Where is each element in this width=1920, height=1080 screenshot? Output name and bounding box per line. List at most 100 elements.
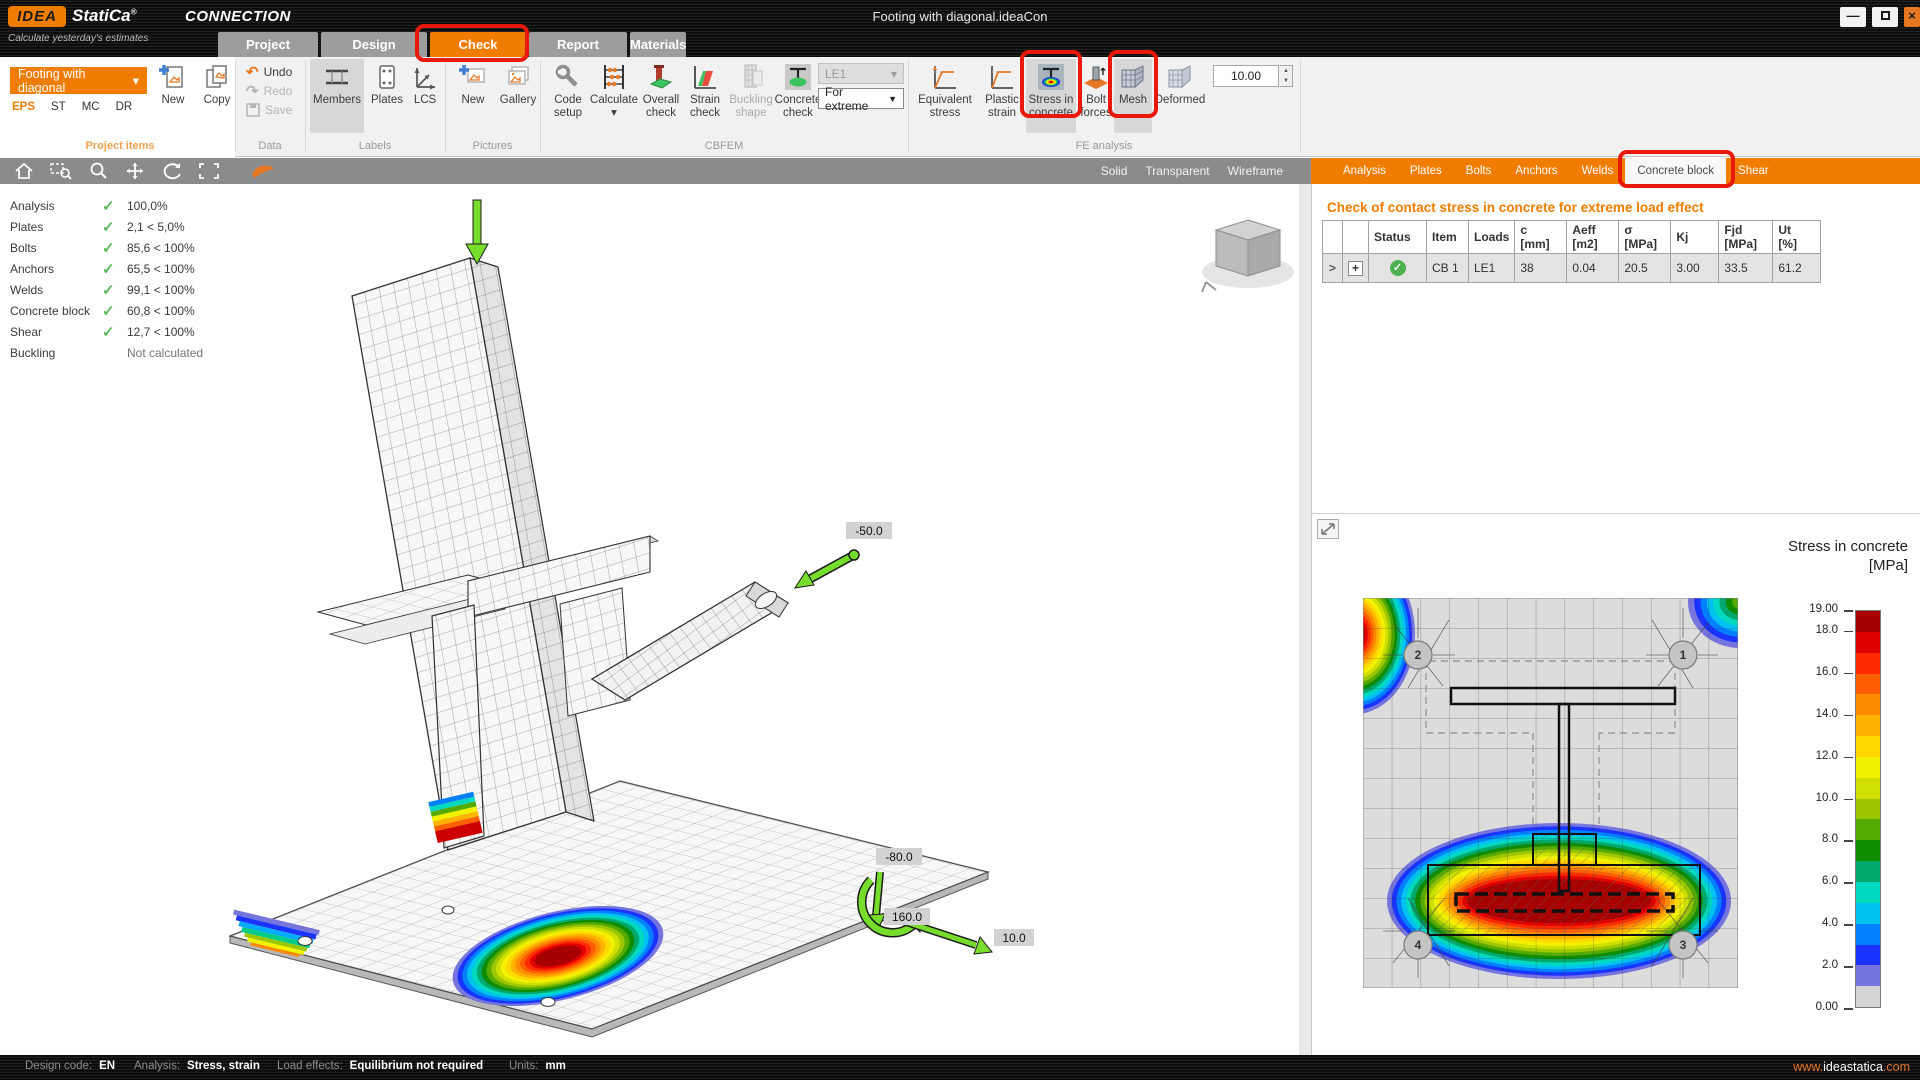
statica-logo-text: StatiCa® xyxy=(72,6,136,26)
rotate-icon[interactable] xyxy=(159,161,185,181)
table-header-cell: Loads xyxy=(1469,221,1515,254)
strain-check-button[interactable]: Strain check xyxy=(684,59,726,119)
deformed-scale-input[interactable]: 10.00 xyxy=(1213,65,1279,87)
group-label-fe-analysis: FE analysis xyxy=(908,140,1300,152)
ribbon-tab[interactable]: Check xyxy=(430,32,526,57)
mode-mc[interactable]: MC xyxy=(82,101,100,113)
mode-eps[interactable]: EPS xyxy=(12,101,35,113)
stress-in-concrete-icon xyxy=(1037,63,1065,91)
legend-tick-label: 0.00 xyxy=(1778,1001,1838,1013)
result-tab[interactable]: Bolts xyxy=(1454,158,1504,184)
result-tab[interactable]: Plates xyxy=(1398,158,1454,184)
result-tab[interactable]: Concrete block xyxy=(1625,158,1726,184)
result-tab[interactable]: Shear xyxy=(1726,158,1781,184)
website-link[interactable]: www.ideastatica.com xyxy=(1793,1060,1910,1074)
legend-tick-label: 10.0 xyxy=(1778,792,1838,804)
close-button[interactable]: × xyxy=(1904,7,1920,27)
gallery-icon xyxy=(504,63,532,91)
expand-plot-button[interactable] xyxy=(1317,519,1339,539)
ribbon-tab-bar: Project Design Check Report Materials xyxy=(218,32,686,57)
zoom-extents-icon[interactable] xyxy=(196,161,222,181)
calculate-button[interactable]: Calculate▾ xyxy=(590,59,638,119)
anchor-number: 3 xyxy=(1680,938,1687,952)
scale-stepper[interactable]: ▲▼ xyxy=(1280,65,1293,87)
bolt-forces-icon xyxy=(1082,63,1110,91)
concrete-check-button[interactable]: Concrete check xyxy=(776,59,820,119)
view-cube[interactable] xyxy=(1202,220,1294,292)
ribbon-tab[interactable]: Design xyxy=(321,32,427,57)
render-mode-wireframe[interactable]: Wireframe xyxy=(1228,164,1283,178)
ribbon-tab[interactable]: Project xyxy=(218,32,318,57)
result-tab[interactable]: Welds xyxy=(1570,158,1626,184)
table-header-cell: Item xyxy=(1427,221,1469,254)
table-row[interactable]: > + ✓ CB 1 LE1 38 0.04 20.5 3.00 33.5 61… xyxy=(1323,254,1821,283)
mode-dr[interactable]: DR xyxy=(116,101,133,113)
group-label-project-items: Project items xyxy=(20,140,220,152)
status-analysis: Analysis:Stress, strain xyxy=(134,1060,260,1072)
anchor-number: 2 xyxy=(1415,648,1422,662)
deformed-icon xyxy=(1166,63,1194,91)
legend-tick-label: 4.0 xyxy=(1778,917,1838,929)
plus-icon[interactable]: + xyxy=(1348,261,1363,276)
bolt-forces-button[interactable]: Bolt forces xyxy=(1078,59,1114,119)
equivalent-stress-button[interactable]: Equivalent stress xyxy=(915,59,975,119)
new-document-icon xyxy=(159,63,187,91)
zoom-icon[interactable] xyxy=(85,161,111,181)
legend-tick-label: 16.0 xyxy=(1778,666,1838,678)
load-label-m: 160.0 xyxy=(892,910,922,924)
pan-icon[interactable] xyxy=(122,161,148,181)
anchor-number: 1 xyxy=(1680,648,1687,662)
render-mode-solid[interactable]: Solid xyxy=(1101,164,1128,178)
panel-splitter[interactable] xyxy=(1299,184,1311,1055)
anchor-dot xyxy=(442,906,454,914)
lcs-labels-button[interactable]: LCS xyxy=(406,59,444,107)
overall-check-button[interactable]: Overall check xyxy=(638,59,684,119)
render-mode-transparent[interactable]: Transparent xyxy=(1145,164,1209,178)
model-viewport[interactable]: -50.0 -80.0 160.0 10.0 xyxy=(0,184,1311,1055)
legend-tick-label: 18.0 xyxy=(1778,624,1838,636)
ribbon-tab[interactable]: Report xyxy=(529,32,627,57)
result-tab[interactable]: Analysis xyxy=(1331,158,1398,184)
gallery-button[interactable]: Gallery xyxy=(494,59,542,107)
extreme-filter-select[interactable]: For extreme ▼ xyxy=(818,88,904,109)
new-picture-button[interactable]: New xyxy=(452,59,494,107)
new-project-item-button[interactable]: New xyxy=(152,59,194,107)
legend-tick-label: 19.00 xyxy=(1778,603,1838,615)
code-setup-button[interactable]: Code setup xyxy=(546,59,590,119)
row-expand-cell[interactable]: > xyxy=(1323,254,1343,283)
mode-st[interactable]: ST xyxy=(51,101,66,113)
load-effect-select[interactable]: LE1 ▾ xyxy=(818,63,904,84)
legend-title: Stress in concrete [MPa] xyxy=(1788,538,1908,576)
table-header-cell xyxy=(1343,221,1369,254)
undo-button[interactable]: ↶Undo xyxy=(246,64,292,80)
row-kj: 3.00 xyxy=(1671,254,1719,283)
row-add-cell[interactable]: + xyxy=(1343,254,1369,283)
plastic-strain-button[interactable]: Plastic strain xyxy=(977,59,1027,119)
minimize-button[interactable]: — xyxy=(1840,7,1866,27)
load-label-h: 10.0 xyxy=(1002,931,1026,945)
result-tab[interactable]: Anchors xyxy=(1503,158,1569,184)
table-header-cell: Kj xyxy=(1671,221,1719,254)
copy-project-item-button[interactable]: Copy xyxy=(196,59,238,107)
strain-check-icon xyxy=(691,63,719,91)
maximize-button[interactable] xyxy=(1872,7,1898,27)
contact-stress-plot[interactable]: 2 1 4 3 xyxy=(1363,598,1738,988)
redo-button[interactable]: ↷Redo xyxy=(246,83,292,99)
buckling-shape-button[interactable]: Buckling shape xyxy=(726,59,776,119)
mesh-button[interactable]: Mesh xyxy=(1114,59,1152,133)
abacus-icon xyxy=(600,63,628,91)
deformed-button[interactable]: Deformed xyxy=(1152,59,1208,107)
plates-labels-button[interactable]: Plates xyxy=(366,59,408,107)
stress-in-concrete-button[interactable]: Stress in concrete xyxy=(1026,59,1076,133)
project-item-select[interactable]: Footing with diagonal ▾ xyxy=(10,67,147,94)
members-labels-button[interactable]: Members xyxy=(310,59,364,133)
ribbon-tab[interactable]: Materials xyxy=(630,32,686,57)
home-icon[interactable] xyxy=(11,161,37,181)
paint-results-icon[interactable] xyxy=(250,161,276,181)
analysis-mode-switch: EPS ST MC DR xyxy=(12,101,132,113)
table-header-cell: Aeff[m2] xyxy=(1567,221,1619,254)
idea-logo: IDEA xyxy=(8,6,66,27)
zoom-window-icon[interactable] xyxy=(48,161,74,181)
chevron-down-icon: ▼ xyxy=(888,94,897,104)
save-button[interactable]: Save xyxy=(246,102,292,118)
